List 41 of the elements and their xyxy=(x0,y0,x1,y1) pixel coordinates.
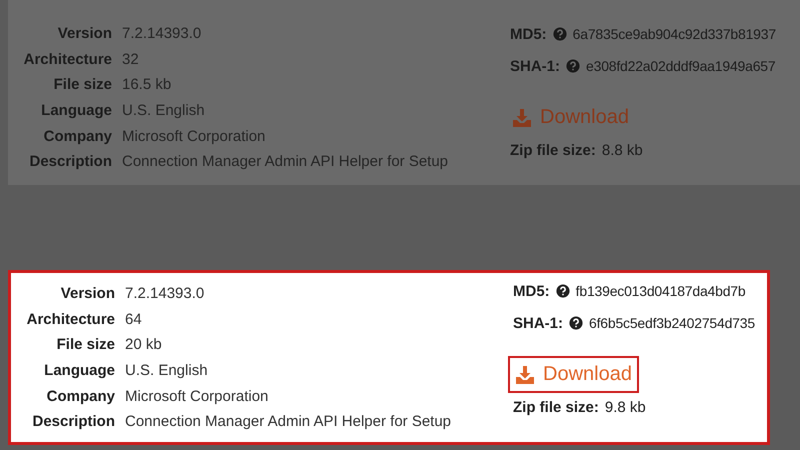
zip-size-label: Zip file size: xyxy=(510,142,596,159)
field-value: Connection Manager Admin API Helper for Setup xyxy=(122,153,450,170)
field-label: File size xyxy=(52,76,112,94)
field-value: 20 kb xyxy=(125,336,163,354)
zip-size-value: 8.8 kb xyxy=(602,142,643,159)
field-label: Version xyxy=(60,285,115,302)
field-value: U.S. English xyxy=(125,362,209,380)
field-label: Description xyxy=(31,413,115,430)
field-value: 16.5 kb xyxy=(122,76,172,94)
download-icon xyxy=(515,364,535,384)
field-value: 7.2.14393.0 xyxy=(122,25,202,42)
field-value: Microsoft Corporation xyxy=(122,128,266,145)
hash-label: SHA-1: xyxy=(513,314,564,332)
field-value: U.S. English xyxy=(122,102,206,120)
hash-value: 6f6b5c5edf3b2402754d735 xyxy=(589,315,755,331)
download-link[interactable]: Download xyxy=(508,356,639,393)
field-label: File size xyxy=(56,336,115,354)
hash-value: 6a7835ce9ab904c92d337b81937 xyxy=(572,26,776,42)
field-label: Architecture xyxy=(22,50,112,68)
field-label: Language xyxy=(43,362,115,380)
field-value: Connection Manager Admin API Helper for Setup xyxy=(125,413,452,430)
field-value: 32 xyxy=(122,50,140,68)
hash-label: MD5: xyxy=(510,26,547,42)
field-value: Microsoft Corporation xyxy=(125,388,270,405)
hash-label: SHA-1: xyxy=(510,58,560,74)
zip-size-value: 9.8 kb xyxy=(604,399,646,416)
hash-label: MD5: xyxy=(513,282,550,300)
field-label: Company xyxy=(42,128,112,145)
hash-value: e308fd22a02dddf9aa1949a657 xyxy=(586,58,776,74)
download-icon xyxy=(512,108,532,128)
help-icon[interactable] xyxy=(556,284,570,298)
zip-size-label: Zip file size: xyxy=(513,399,599,416)
field-label: Version xyxy=(56,25,112,42)
field-label: Company xyxy=(46,388,115,405)
field-value: 7.2.14393.0 xyxy=(125,285,206,302)
field-label: Language xyxy=(40,102,112,120)
field-value: 64 xyxy=(125,310,143,328)
help-icon[interactable] xyxy=(569,316,584,330)
field-label: Architecture xyxy=(26,310,115,328)
hash-value: fb139ec013d04187da4bd7b xyxy=(576,283,746,299)
field-label: Description xyxy=(28,153,112,170)
